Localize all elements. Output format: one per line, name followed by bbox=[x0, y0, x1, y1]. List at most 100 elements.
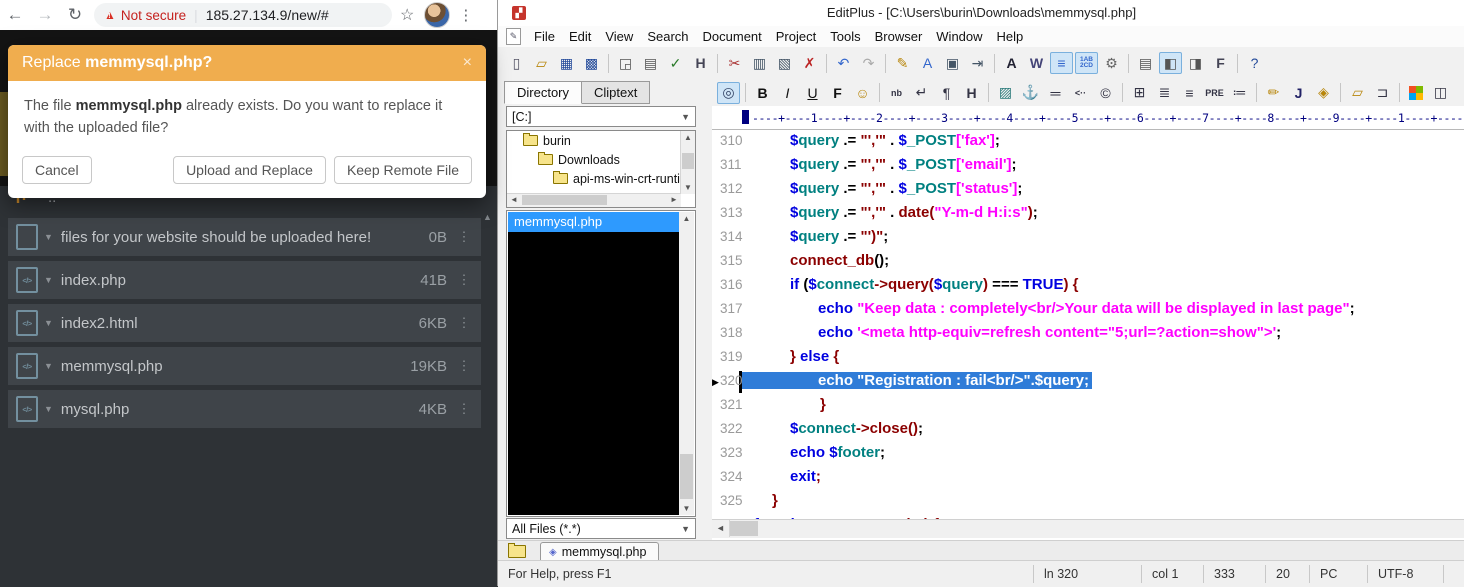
filelist-vertical-scrollbar[interactable]: ▲ ▼ bbox=[679, 212, 694, 515]
menu-file[interactable]: File bbox=[527, 29, 562, 44]
chevron-down-icon[interactable]: ▼ bbox=[44, 275, 53, 285]
drive-select[interactable]: [C:] ▼ bbox=[506, 106, 696, 127]
special-char-icon[interactable]: <·· bbox=[1069, 82, 1092, 104]
document-list-icon[interactable]: ▤ bbox=[1134, 52, 1157, 74]
file-filter-select[interactable]: All Files (*.*) ▼ bbox=[506, 518, 696, 539]
chevron-down-icon[interactable]: ▼ bbox=[44, 232, 53, 242]
split-view-icon[interactable]: ◫ bbox=[1429, 82, 1452, 104]
reload-icon[interactable]: ↻ bbox=[60, 5, 90, 25]
tree-item-burin[interactable]: burin bbox=[507, 131, 695, 150]
menu-view[interactable]: View bbox=[598, 29, 640, 44]
browser-preview-icon[interactable]: ◎ bbox=[717, 82, 740, 104]
scroll-left-icon[interactable]: ◄ bbox=[507, 194, 521, 206]
file-name[interactable]: index2.html bbox=[61, 315, 138, 332]
tab-cliptext[interactable]: Cliptext bbox=[581, 81, 650, 104]
folder2-icon[interactable]: ▱ bbox=[1346, 82, 1369, 104]
scroll-left-icon[interactable]: ◄ bbox=[712, 520, 730, 537]
menu-window[interactable]: Window bbox=[929, 29, 989, 44]
bookmark-star-icon[interactable]: ☆ bbox=[400, 5, 414, 25]
file-name[interactable]: mysql.php bbox=[61, 401, 129, 418]
spell-check-icon[interactable]: ✓ bbox=[664, 52, 687, 74]
paste-icon[interactable]: ▧ bbox=[773, 52, 796, 74]
row-menu-icon[interactable]: ⋮ bbox=[447, 401, 481, 417]
page-scrollbar-arrow[interactable]: ▲ bbox=[483, 212, 492, 222]
scroll-down-icon[interactable]: ▼ bbox=[681, 181, 695, 194]
menu-tools[interactable]: Tools bbox=[823, 29, 867, 44]
anchor-icon[interactable]: ⚓ bbox=[1019, 82, 1042, 104]
profile-avatar[interactable] bbox=[424, 2, 450, 28]
row-menu-icon[interactable]: ⋮ bbox=[447, 315, 481, 331]
print-preview-icon[interactable]: ◲ bbox=[614, 52, 637, 74]
selected-file[interactable]: memmysql.php bbox=[508, 212, 679, 232]
highlight-icon[interactable]: A bbox=[916, 52, 939, 74]
chevron-down-icon[interactable]: ▼ bbox=[44, 361, 53, 371]
file-row[interactable]: </>▼memmysql.php19KB⋮ bbox=[8, 347, 481, 385]
tab-directory[interactable]: Directory bbox=[504, 81, 582, 104]
copy-icon[interactable]: ▥ bbox=[748, 52, 771, 74]
bold-icon[interactable]: B bbox=[751, 82, 774, 104]
scroll-thumb[interactable] bbox=[730, 521, 758, 536]
scroll-down-icon[interactable]: ▼ bbox=[679, 502, 694, 515]
line-number-icon[interactable]: ≡ bbox=[1050, 52, 1073, 74]
image-icon[interactable]: ▨ bbox=[994, 82, 1017, 104]
row-menu-icon[interactable]: ⋮ bbox=[447, 358, 481, 374]
menu-project[interactable]: Project bbox=[769, 29, 823, 44]
word-wrap-icon[interactable]: W bbox=[1025, 52, 1048, 74]
user-note-icon[interactable]: ✏ bbox=[1262, 82, 1285, 104]
scroll-up-icon[interactable]: ▲ bbox=[681, 131, 695, 144]
font-icon[interactable]: A bbox=[1000, 52, 1023, 74]
align-right-icon[interactable]: ≡ bbox=[1178, 82, 1201, 104]
scroll-thumb[interactable] bbox=[680, 454, 693, 499]
preferences-icon[interactable]: ⚙ bbox=[1100, 52, 1123, 74]
window-titlebar[interactable]: ▞ EditPlus - [C:\Users\burin\Downloads\m… bbox=[498, 0, 1464, 27]
file-name[interactable]: files for your website should be uploade… bbox=[61, 229, 371, 246]
print-icon[interactable]: ▤ bbox=[639, 52, 662, 74]
font-tag-icon[interactable]: F bbox=[826, 82, 849, 104]
folder-icon[interactable] bbox=[508, 545, 526, 558]
char-picker-icon[interactable]: ☺ bbox=[851, 82, 874, 104]
chevron-down-icon[interactable]: ▼ bbox=[44, 404, 53, 414]
table-icon[interactable]: ⊞ bbox=[1128, 82, 1151, 104]
save-all-icon[interactable]: ▩ bbox=[580, 52, 603, 74]
redo-icon[interactable]: ↷ bbox=[857, 52, 880, 74]
code-editor[interactable]: 310$query .= "','" . $_POST['fax'];311$q… bbox=[712, 130, 1464, 520]
file-name[interactable]: memmysql.php bbox=[61, 358, 163, 375]
italic-icon[interactable]: I bbox=[776, 82, 799, 104]
tree-horizontal-scrollbar[interactable]: ◄ ► bbox=[507, 193, 681, 207]
file-row[interactable]: </>▼mysql.php4KB⋮ bbox=[8, 390, 481, 428]
scroll-up-icon[interactable]: ▲ bbox=[679, 212, 694, 225]
security-label[interactable]: Not secure bbox=[121, 8, 186, 23]
row-menu-icon[interactable]: ⋮ bbox=[447, 272, 481, 288]
function-list-icon[interactable]: F bbox=[1209, 52, 1232, 74]
tree-item-api-ms-win-crt-runtim[interactable]: api-ms-win-crt-runtim bbox=[507, 169, 695, 188]
cancel-button[interactable]: Cancel bbox=[22, 156, 92, 184]
document-tab[interactable]: ◈ memmysql.php bbox=[540, 542, 659, 561]
new-document-icon[interactable]: ▯ bbox=[505, 52, 528, 74]
indent-icon[interactable]: ⇥ bbox=[966, 52, 989, 74]
column-select-icon[interactable]: 1AB 2CD bbox=[1075, 52, 1098, 74]
copyright-icon[interactable]: © bbox=[1094, 82, 1117, 104]
save-icon[interactable]: ▦ bbox=[555, 52, 578, 74]
menu-search[interactable]: Search bbox=[640, 29, 695, 44]
list-icon[interactable]: ≔ bbox=[1228, 82, 1251, 104]
copy-append-icon[interactable]: ▣ bbox=[941, 52, 964, 74]
underline-icon[interactable]: U bbox=[801, 82, 824, 104]
delete-icon[interactable]: ✗ bbox=[798, 52, 821, 74]
scroll-thumb[interactable] bbox=[522, 195, 607, 205]
file-row[interactable]: ▼ files for your website should be upload… bbox=[8, 218, 481, 256]
keep-remote-button[interactable]: Keep Remote File bbox=[334, 156, 472, 184]
objects-icon[interactable]: ◈ bbox=[1312, 82, 1335, 104]
directory-panel-icon[interactable]: ◧ bbox=[1159, 52, 1182, 74]
line-break-icon[interactable]: ↵ bbox=[910, 82, 933, 104]
html-doc-icon[interactable]: H bbox=[689, 52, 712, 74]
editor-horizontal-scrollbar[interactable]: ◄ bbox=[712, 519, 1464, 538]
pre-icon[interactable]: PRE bbox=[1203, 82, 1226, 104]
java-icon[interactable]: J bbox=[1287, 82, 1310, 104]
address-bar[interactable]: ▲! Not secure | 185.27.134.9/new/# bbox=[94, 3, 392, 27]
hr-icon[interactable]: ═ bbox=[1044, 82, 1067, 104]
undo-icon[interactable]: ↶ bbox=[832, 52, 855, 74]
windows-logo-icon[interactable] bbox=[1409, 86, 1423, 100]
file-row[interactable]: </>▼index.php41B⋮ bbox=[8, 261, 481, 299]
upload-replace-button[interactable]: Upload and Replace bbox=[173, 156, 326, 184]
file-row[interactable]: </>▼index2.html6KB⋮ bbox=[8, 304, 481, 342]
